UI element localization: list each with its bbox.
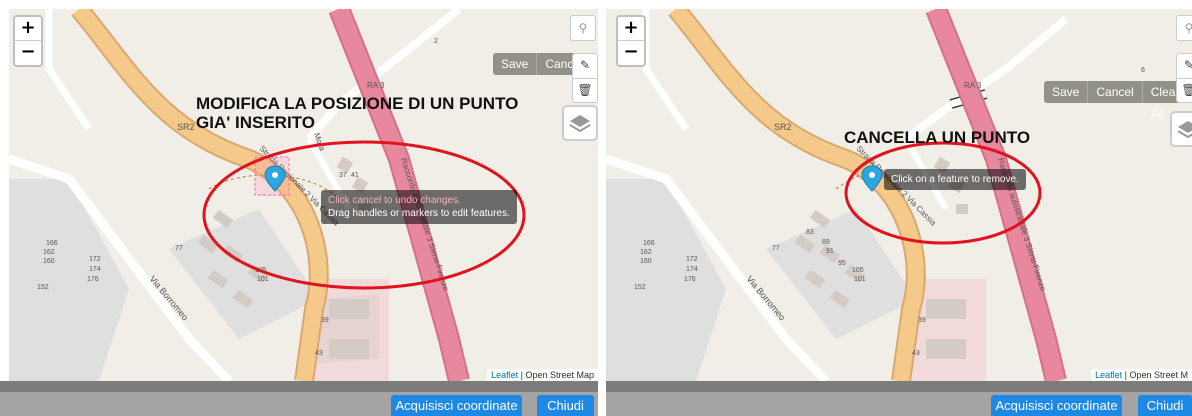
layers-icon	[1177, 121, 1192, 139]
leaflet-link[interactable]: Leaflet	[491, 370, 518, 380]
map-marker-icon: ⚲	[1184, 21, 1192, 35]
map-attribution: Leaflet | Open Street Map	[487, 369, 598, 381]
svg-text:160: 160	[640, 258, 652, 265]
svg-text:101: 101	[854, 276, 866, 283]
svg-text:RA 3: RA 3	[367, 81, 385, 90]
close-button[interactable]: Chiudi	[537, 395, 594, 416]
svg-text:176: 176	[87, 276, 99, 283]
svg-text:152: 152	[634, 284, 646, 291]
right-panel: SR2 RA 3 Via Borromeo Strada Regionale 2…	[606, 0, 1192, 416]
delete-tooltip: Click on a feature to remove.	[884, 169, 1026, 190]
svg-text:41: 41	[351, 172, 359, 179]
draw-marker-button[interactable]: ⚲	[570, 15, 596, 41]
trash-icon[interactable]: 🗑	[573, 78, 597, 101]
svg-text:174: 174	[89, 266, 101, 273]
svg-text:172: 172	[686, 256, 698, 263]
svg-text:43: 43	[912, 350, 920, 357]
svg-text:176: 176	[684, 276, 696, 283]
edit-toolbar: ✎ 🗑	[572, 53, 598, 103]
annotation-title: CANCELLA UN PUNTO	[844, 128, 1031, 147]
zoom-control: + −	[616, 15, 646, 67]
svg-text:162: 162	[640, 249, 652, 256]
svg-text:105: 105	[852, 267, 864, 274]
edit-tooltip: Click cancel to undo changes. Drag handl…	[321, 190, 517, 224]
edit-icon[interactable]: ✎	[573, 54, 597, 78]
svg-text:162: 162	[43, 249, 55, 256]
svg-text:37: 37	[339, 172, 347, 179]
cancel-button[interactable]: Cancel	[1087, 81, 1142, 103]
svg-text:6: 6	[1141, 67, 1145, 74]
svg-text:166: 166	[46, 240, 58, 247]
svg-text:174: 174	[686, 266, 698, 273]
svg-text:160: 160	[43, 258, 55, 265]
svg-text:166: 166	[643, 240, 655, 247]
layers-control[interactable]	[562, 105, 598, 141]
zoom-in-button[interactable]: +	[618, 17, 644, 41]
map-marker-icon: ⚲	[578, 21, 588, 35]
acquire-coordinates-button[interactable]: Acquisisci coordinate	[391, 395, 522, 416]
trash-icon[interactable]: 🗑	[1177, 78, 1192, 101]
annotation-title: MODIFICA LA POSIZIONE DI UN PUNTO GIA' I…	[196, 94, 519, 132]
map-view[interactable]: SR2 RA 3 Via Borromeo Strada Regionale 2…	[606, 9, 1192, 381]
svg-text:SR2: SR2	[774, 122, 792, 132]
svg-text:39: 39	[918, 317, 926, 324]
svg-text:43: 43	[315, 350, 323, 357]
svg-text:77: 77	[772, 245, 780, 252]
layers-icon	[569, 115, 591, 133]
svg-text:172: 172	[89, 256, 101, 263]
panel-divider	[598, 0, 606, 416]
left-panel: SR2 RA 3 Via Borromeo Strada Regionale 2…	[0, 0, 598, 416]
zoom-control: + −	[13, 15, 43, 67]
zoom-out-button[interactable]: −	[15, 41, 41, 65]
svg-text:83: 83	[806, 229, 814, 236]
svg-text:101: 101	[257, 276, 269, 283]
map-view[interactable]: SR2 RA 3 Via Borromeo Strada Regionale 2…	[9, 9, 598, 381]
svg-text:95: 95	[838, 260, 846, 267]
svg-text:77: 77	[175, 245, 183, 252]
svg-text:RA 3: RA 3	[964, 81, 982, 90]
leaflet-link[interactable]: Leaflet	[1095, 370, 1122, 380]
zoom-in-button[interactable]: +	[15, 17, 41, 41]
save-button[interactable]: Save	[1044, 81, 1088, 103]
map-tiles: SR2 RA 3 Via Borromeo Strada Regionale 2…	[606, 9, 1145, 381]
svg-text:152: 152	[37, 284, 49, 291]
svg-text:39: 39	[321, 317, 329, 324]
draw-marker-button[interactable]: ⚲	[1176, 15, 1192, 41]
svg-text:89: 89	[822, 239, 830, 246]
zoom-out-button[interactable]: −	[618, 41, 644, 65]
close-button[interactable]: Chiudi	[1138, 395, 1192, 416]
acquire-coordinates-button[interactable]: Acquisisci coordinate	[991, 395, 1122, 416]
edit-actions: Save Cancel Clear All	[1044, 81, 1192, 121]
edit-icon[interactable]: ✎	[1177, 54, 1192, 78]
save-button[interactable]: Save	[493, 53, 537, 75]
map-attribution: Leaflet | Open Street M	[1091, 369, 1192, 381]
svg-text:2: 2	[434, 38, 438, 45]
edit-toolbar: ✎ 🗑	[1176, 53, 1192, 103]
layers-control[interactable]	[1170, 111, 1192, 147]
svg-text:SR2: SR2	[177, 122, 195, 132]
svg-text:91: 91	[826, 248, 834, 255]
